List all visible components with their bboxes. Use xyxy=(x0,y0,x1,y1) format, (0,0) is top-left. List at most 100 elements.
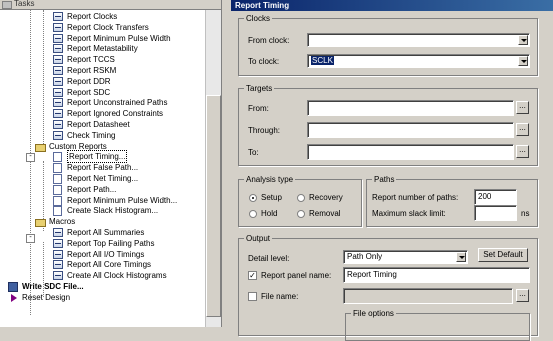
tree-item-label: Report Net Timing... xyxy=(67,174,139,183)
splitter[interactable] xyxy=(222,0,231,327)
tree-item-label: Report Minimum Pulse Width... xyxy=(67,195,178,205)
report-icon xyxy=(53,271,63,281)
tree-item-label: Report All Summaries xyxy=(67,228,145,237)
report-icon xyxy=(53,98,63,108)
setup-label: Setup xyxy=(261,193,282,202)
tree-item-label: Report Metastability xyxy=(67,44,138,54)
tasks-panel: Tasks - - Report Clocks Report Clock Tran… xyxy=(0,0,222,327)
report-icon xyxy=(53,55,63,65)
tree-item-label: Report TCCS xyxy=(67,55,115,65)
dialog-titlebar: Report Timing xyxy=(231,0,553,11)
max-slack-input[interactable] xyxy=(474,205,517,221)
to-clock-value: SCLK xyxy=(311,56,334,65)
tree-item-label: Report False Path... xyxy=(67,163,139,173)
analysis-type-legend: Analysis type xyxy=(246,175,294,184)
to-clock-label: To clock: xyxy=(248,57,280,66)
tree-item-label: Create All Clock Histograms xyxy=(67,271,167,281)
reset-icon xyxy=(11,293,17,302)
tree-item-label: Macros xyxy=(49,217,76,227)
doc-icon xyxy=(53,206,62,217)
hold-radio[interactable] xyxy=(249,210,257,218)
from-clock-combo[interactable] xyxy=(307,33,530,47)
recovery-radio[interactable] xyxy=(297,194,305,202)
from-clock-label: From clock: xyxy=(248,36,290,45)
report-icon xyxy=(53,109,63,119)
doc-icon xyxy=(53,163,62,174)
report-icon xyxy=(53,12,63,21)
tree-item-label: Report Top Failing Paths xyxy=(67,238,155,248)
tree-item-label: Report Minimum Pulse Width xyxy=(67,33,171,43)
report-icon xyxy=(53,120,63,129)
detail-level-combo[interactable]: Path Only xyxy=(343,250,468,264)
file-name-label: File name: xyxy=(261,292,299,301)
tasks-scroll-thumb[interactable] xyxy=(206,95,221,317)
ns-unit-label: ns xyxy=(521,209,530,218)
tree-item-label: Report Clock Transfers xyxy=(67,22,149,32)
output-legend: Output xyxy=(246,234,271,243)
num-paths-input[interactable]: 200 xyxy=(474,189,517,205)
doc-icon xyxy=(53,174,62,184)
targets-from-input[interactable] xyxy=(307,100,514,116)
report-icon xyxy=(53,238,63,248)
tree-item-label: Check Timing xyxy=(67,130,116,140)
tree-item-label: Report Path... xyxy=(67,184,117,194)
tree-item-label: Report All I/O Timings xyxy=(67,249,145,259)
chevron-down-icon[interactable] xyxy=(518,56,528,66)
doc-icon xyxy=(53,184,62,195)
max-slack-label: Maximum slack limit: xyxy=(372,209,446,218)
hold-label: Hold xyxy=(261,209,278,218)
targets-from-browse-button[interactable]: ... xyxy=(516,101,529,114)
file-name-checkbox[interactable] xyxy=(248,292,257,301)
tree-item-label: Report Datasheet xyxy=(67,120,130,129)
targets-through-browse-button[interactable]: ... xyxy=(516,123,529,136)
removal-radio[interactable] xyxy=(297,210,305,218)
tree-item-label: Write SDC File... xyxy=(22,282,84,291)
report-panel-name-value: Report Timing xyxy=(347,270,397,279)
report-timing-dialog: Report Timing Clocks From clock: To cloc… xyxy=(231,0,553,341)
report-icon xyxy=(53,249,63,259)
num-paths-value: 200 xyxy=(478,192,492,201)
removal-label: Removal xyxy=(309,209,341,218)
report-icon xyxy=(53,76,63,86)
file-name-input[interactable] xyxy=(343,288,513,304)
doc-icon xyxy=(53,152,62,163)
report-icon xyxy=(53,44,63,54)
tree-guide xyxy=(30,10,31,315)
tree-item-label: Report Clocks xyxy=(67,12,118,21)
to-clock-combo[interactable]: SCLK xyxy=(307,54,530,68)
chevron-down-icon[interactable] xyxy=(456,252,466,262)
targets-legend: Targets xyxy=(246,84,273,93)
chevron-down-icon[interactable] xyxy=(518,35,528,45)
targets-to-input[interactable] xyxy=(307,144,514,160)
targets-through-input[interactable] xyxy=(307,122,514,138)
detail-level-value: Path Only xyxy=(347,252,383,261)
tasks-icon xyxy=(2,1,12,9)
num-paths-label: Report number of paths: xyxy=(372,193,459,202)
targets-from-label: From: xyxy=(248,104,269,113)
tree-item-label: Report DDR xyxy=(67,76,111,86)
tree-item-label: Create Slack Histogram... xyxy=(67,206,159,216)
targets-to-browse-button[interactable]: ... xyxy=(516,145,529,158)
file-options-group: File options xyxy=(345,309,530,341)
report-panel-name-label: Report panel name: xyxy=(261,271,332,280)
targets-through-label: Through: xyxy=(248,126,281,135)
setup-radio[interactable] xyxy=(249,194,257,202)
dialog-title: Report Timing xyxy=(235,1,290,10)
write-sdc-icon xyxy=(8,282,18,292)
recovery-label: Recovery xyxy=(309,193,343,202)
report-icon xyxy=(53,66,63,75)
targets-to-label: To: xyxy=(248,148,259,157)
folder-icon xyxy=(35,143,46,152)
report-panel-name-input[interactable]: Report Timing xyxy=(343,267,530,283)
report-icon xyxy=(53,22,63,32)
expander-macros[interactable]: - xyxy=(26,234,35,243)
detail-level-label: Detail level: xyxy=(248,254,290,263)
report-icon xyxy=(53,260,63,270)
file-name-browse-button[interactable]: ... xyxy=(516,289,529,302)
tree-item-label: Report RSKM xyxy=(67,66,117,75)
tree-guide xyxy=(43,10,44,150)
report-panel-name-checkbox[interactable]: ✓ xyxy=(248,271,257,280)
expander-custom-reports[interactable]: - xyxy=(26,153,35,162)
paths-legend: Paths xyxy=(374,175,395,184)
set-default-button[interactable]: Set Default xyxy=(478,248,528,262)
